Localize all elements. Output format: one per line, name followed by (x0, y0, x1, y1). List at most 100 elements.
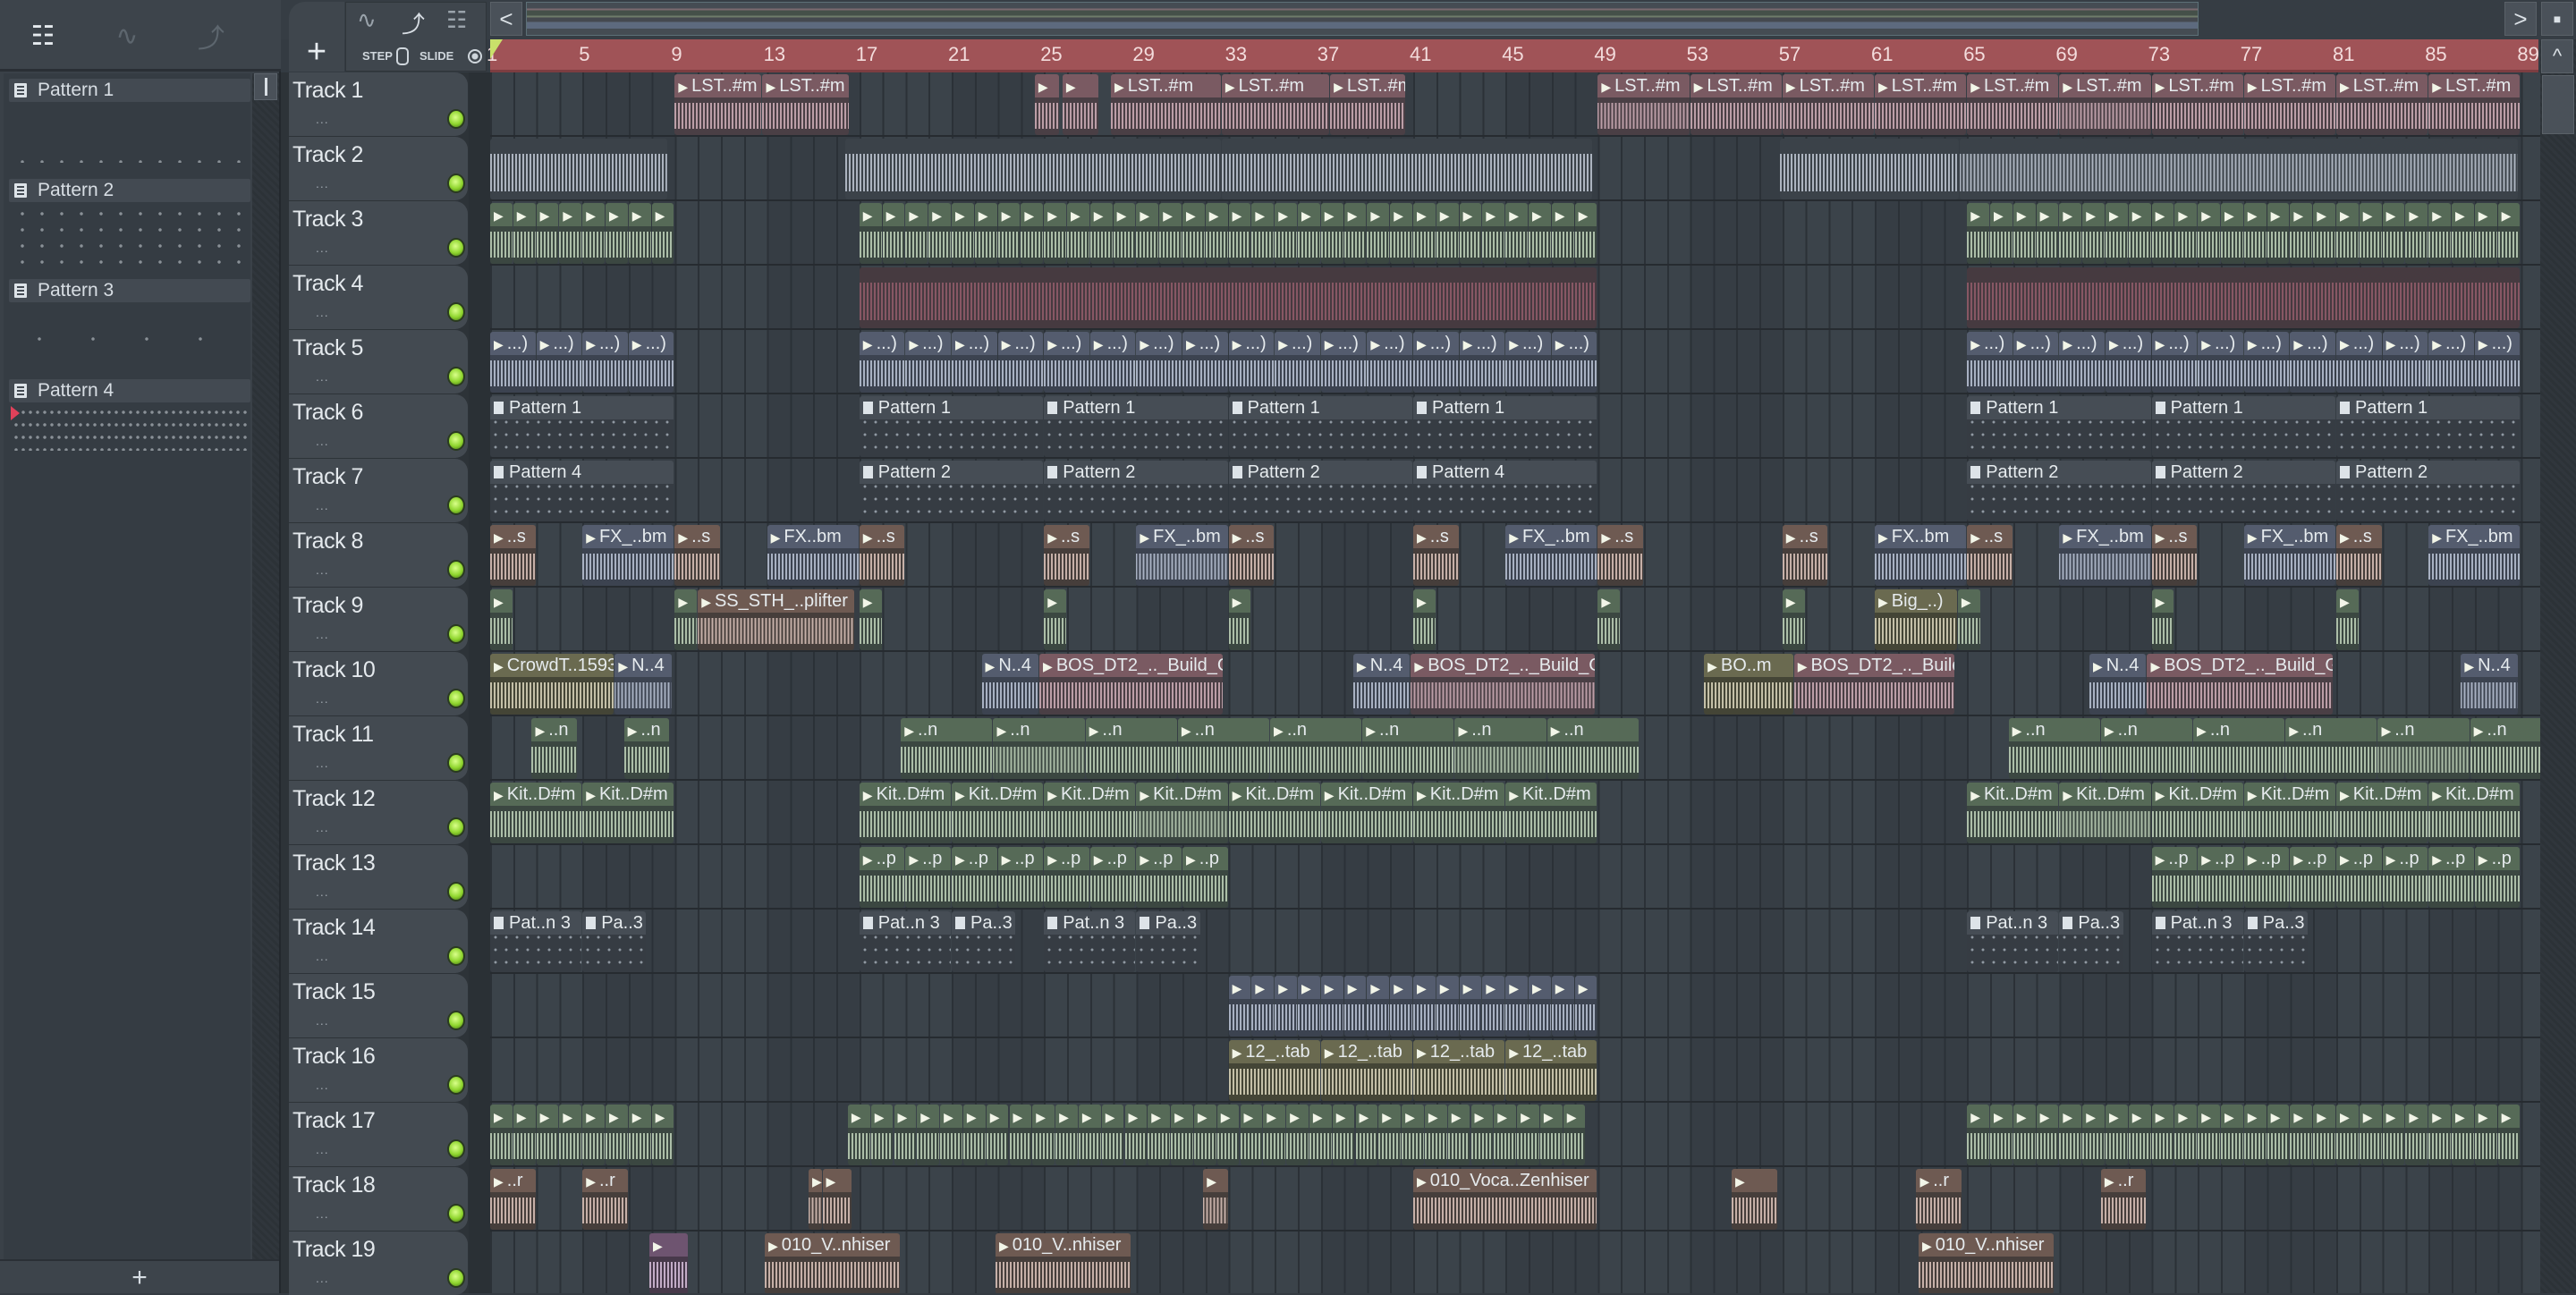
audio-clip[interactable]: ▶...) (2106, 332, 2151, 393)
audio-clip[interactable]: ▶ (2198, 1105, 2220, 1165)
audio-clip[interactable]: ▶...) (2198, 332, 2243, 393)
audio-clip[interactable]: ▶ (1298, 976, 1320, 1037)
audio-clip[interactable]: ▶ (1044, 589, 1066, 650)
audio-clip[interactable]: ▶ FX_..bm (2428, 525, 2521, 586)
track-lane[interactable] (490, 137, 2540, 201)
audio-clip[interactable]: ▶ (674, 589, 698, 650)
audio-clip[interactable]: ▶ ..n (623, 718, 670, 779)
audio-clip[interactable]: ▶ (2151, 1105, 2174, 1165)
audio-clip[interactable]: ▶ (1505, 203, 1528, 264)
track-name[interactable]: Track 17 (292, 1108, 376, 1134)
audio-clip[interactable]: ▶...) (1089, 332, 1136, 393)
audio-clip[interactable]: ▶ (2243, 1105, 2267, 1165)
track-lane[interactable]: ▶ ..r ▶ ..r ▶ ▶ ▶ ▶ 010_Voca..Zenhiser ▶ ▶ ..r ▶ ..r (490, 1167, 2540, 1232)
audio-clip[interactable]: ▶ (649, 1233, 688, 1293)
audio-clip[interactable]: ▶...) (1228, 332, 1275, 393)
audio-clip[interactable]: ▶ (1101, 1105, 1124, 1165)
audio-clip[interactable]: ▶ (490, 1105, 513, 1165)
audio-clip[interactable] (1221, 139, 1593, 199)
audio-clip[interactable]: ▶...) (1413, 332, 1459, 393)
playlist-overview-scrollbar[interactable] (526, 2, 2199, 36)
track-more-icon[interactable]: ... (316, 369, 329, 384)
add-track-button[interactable]: + (289, 2, 344, 72)
audio-clip[interactable]: ▶ ..p (1044, 847, 1089, 908)
audio-clip[interactable]: ▶...) (2151, 332, 2198, 393)
pattern-clip[interactable]: Pattern 1 (1413, 396, 1597, 457)
audio-clip[interactable] (490, 139, 667, 199)
audio-clip[interactable]: ▶ LST..#m (2151, 74, 2243, 135)
track-mute-led[interactable] (447, 1268, 465, 1288)
track-name[interactable]: Track 11 (292, 722, 374, 748)
audio-clip[interactable]: ▶ 12_..tab (1320, 1040, 1412, 1101)
audio-clip[interactable]: ▶ LST..#m (1875, 74, 1967, 135)
corner-button[interactable]: ■ (2541, 2, 2573, 36)
audio-clip[interactable]: ▶ FX_..bm (1136, 525, 1228, 586)
audio-clip[interactable]: ▶ (2497, 1105, 2521, 1165)
audio-clip[interactable]: ▶ (1332, 1105, 1355, 1165)
audio-clip[interactable]: ▶ (1275, 976, 1297, 1037)
audio-clip[interactable]: ▶ (1136, 203, 1159, 264)
audio-clip[interactable]: ▶...) (1505, 332, 1551, 393)
audio-clip[interactable]: ▶ FX..bm (767, 525, 859, 586)
audio-clip[interactable]: ▶ (1413, 976, 1436, 1037)
pattern-clip[interactable]: Pattern 2 (1044, 461, 1228, 521)
audio-clip[interactable]: ▶ (1482, 203, 1505, 264)
audio-clip[interactable]: ▶ Kit..D#m (1136, 783, 1228, 843)
audio-clip[interactable]: ▶ (1367, 976, 1390, 1037)
audio-clip[interactable]: ▶ (582, 1105, 605, 1165)
track-lane[interactable]: ▶ LST..#m ▶ LST..#m ▶ ▶ ▶ LST..#m ▶ LST..#m ▶ LST..… (490, 72, 2540, 137)
audio-clip[interactable]: ▶ (2474, 1105, 2497, 1165)
pattern-clip[interactable]: Pattern 2 (2151, 461, 2335, 521)
audio-clip[interactable]: ▶ (2267, 203, 2290, 264)
audio-clip[interactable]: ▶ (1782, 589, 1805, 650)
audio-clip[interactable]: ▶BOS_DT2_.._Build_G (2147, 654, 2334, 715)
audio-clip[interactable]: ▶ (1055, 1105, 1078, 1165)
audio-clip[interactable]: ▶ ..s (1967, 525, 2012, 586)
audio-clip[interactable]: ▶ Kit..D#m (1320, 783, 1412, 843)
audio-clip[interactable]: ▶ 12_..tab (1228, 1040, 1320, 1101)
audio-clip[interactable]: ▶ (2036, 1105, 2059, 1165)
audio-clip[interactable]: ▶ ..s (490, 525, 536, 586)
track-name[interactable]: Track 14 (292, 915, 376, 941)
audio-clip[interactable]: ▶ (651, 1105, 674, 1165)
audio-clip[interactable]: ▶ (513, 1105, 536, 1165)
pattern-clip[interactable]: Pattern 4 (490, 461, 674, 521)
vertical-scroll-thumb[interactable] (2542, 75, 2574, 134)
pattern-item[interactable]: Pattern 1 (9, 73, 250, 174)
audio-clip[interactable]: ▶...) (1551, 332, 1597, 393)
audio-clip[interactable] (1967, 267, 2521, 328)
audio-clip[interactable]: ▶ (2151, 589, 2174, 650)
audio-clip[interactable]: ▶ ..n (1546, 718, 1639, 779)
pattern-clip[interactable]: Pattern 1 (490, 396, 674, 457)
audio-clip[interactable]: ▶ (1967, 1105, 1989, 1165)
track-lane[interactable]: ▶ ▶ ▶ ▶ ▶ ▶ ▶ ▶ ▶ ▶ ▶ ▶ ▶ ▶ ▶ ▶ ▶ ▶ ▶ ▶ ▶ ▶ ▶ ▶ ▶ ▶ ▶ ▶ ▶ ▶ ▶ ▶ ▶ ▶ ▶ ▶ ▶ ▶ ▶ ▶… (490, 201, 2540, 266)
step-toggle[interactable] (396, 47, 409, 65)
audio-clip[interactable]: ▶ (1597, 589, 1621, 650)
audio-clip[interactable]: ▶ ..s (1782, 525, 1828, 586)
audio-clip[interactable]: ▶ LST..#m (1782, 74, 1874, 135)
audio-clip[interactable]: ▶...) (952, 332, 997, 393)
track-lane[interactable]: ▶ ▶ 010_V..nhiser ▶ 010_V..nhiser ▶ 010_V..nhi… (490, 1232, 2540, 1293)
audio-clip[interactable]: ▶ (1240, 1105, 1263, 1165)
audio-clip[interactable]: ▶ ..p (1136, 847, 1182, 908)
audio-clip[interactable]: ▶...) (490, 332, 536, 393)
audio-clip[interactable]: ▶ ..n (2377, 718, 2470, 779)
audio-clip[interactable]: ▶ (490, 203, 513, 264)
audio-clip[interactable]: ▶ Kit..D#m (2336, 783, 2428, 843)
pattern-clip[interactable]: Pa..3 (2243, 911, 2309, 972)
audio-clip[interactable]: ▶ Kit..D#m (2243, 783, 2335, 843)
piano-roll-icon[interactable]: ☷ (23, 18, 63, 54)
automation-icon[interactable]: ⤴ (191, 18, 231, 54)
audio-clip[interactable]: ▶ (997, 203, 1021, 264)
audio-clip[interactable]: ▶ (2036, 203, 2059, 264)
track-header[interactable]: Track 9... (289, 588, 468, 651)
audio-clip[interactable]: ▶ ..p (2382, 847, 2428, 908)
audio-clip[interactable]: ▶ (1044, 203, 1066, 264)
audio-clip[interactable]: ▶ Kit..D#m (582, 783, 674, 843)
audio-clip[interactable]: ▶ (2267, 1105, 2290, 1165)
audio-clip[interactable]: ▶ N..4 (614, 654, 672, 715)
track-mute-led[interactable] (447, 174, 465, 193)
audio-clip[interactable]: ▶ (1089, 203, 1113, 264)
track-more-icon[interactable]: ... (316, 498, 329, 512)
audio-clip[interactable]: ▶ (2174, 1105, 2198, 1165)
